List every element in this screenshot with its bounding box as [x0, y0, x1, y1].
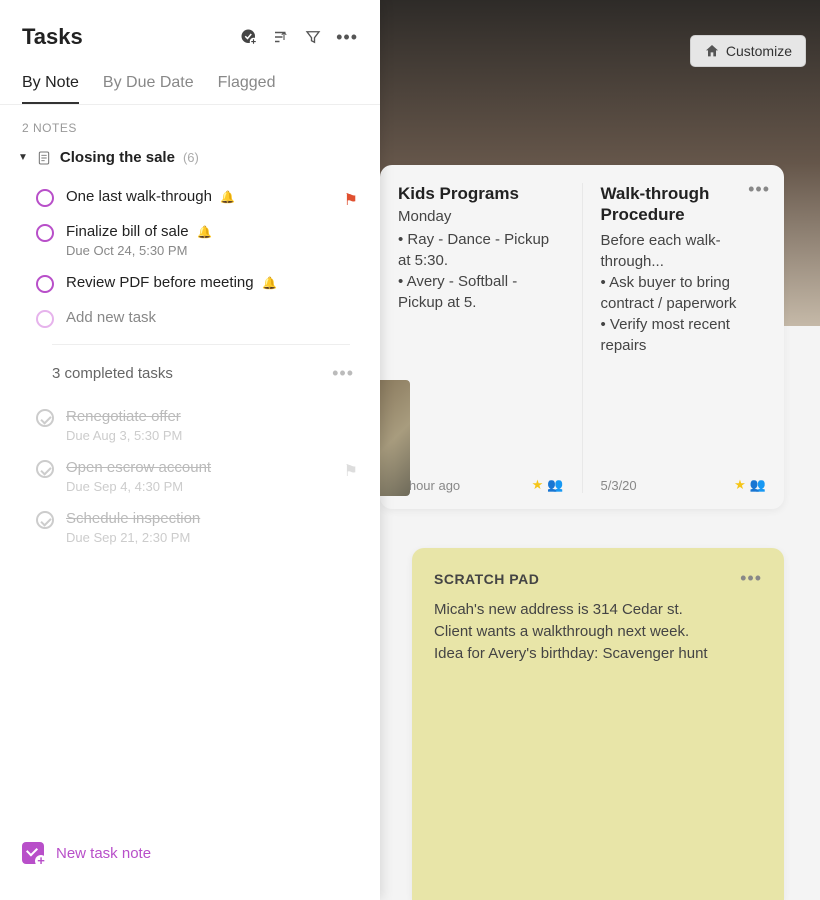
note-card-body: Before each walk-through... • Ask buyer … — [601, 230, 767, 468]
home-icon — [704, 43, 720, 59]
filter-icon[interactable] — [304, 28, 322, 46]
task-row-completed[interactable]: Open escrow account Due Sep 4, 4:30 PM ⚑ — [12, 451, 368, 502]
note-card-body: • Ray - Dance - Pickup at 5:30. • Avery … — [398, 229, 564, 467]
reminder-icon: 🔔 — [220, 190, 235, 204]
task-row-completed[interactable]: Schedule inspection Due Sep 21, 2:30 PM — [12, 502, 368, 553]
flag-icon[interactable]: ⚑ — [344, 190, 358, 210]
task-checkbox[interactable] — [36, 224, 54, 242]
task-title: Renegotiate offer — [66, 408, 181, 425]
shared-icon: 👥 — [547, 477, 563, 493]
divider — [52, 344, 350, 345]
notes-count: 2 NOTES — [0, 105, 380, 145]
scratch-more-icon[interactable]: ••• — [740, 568, 762, 589]
scratch-title: SCRATCH PAD — [434, 571, 539, 587]
note-card[interactable]: Kids Programs Monday • Ray - Dance - Pic… — [380, 183, 582, 493]
star-icon: ★ — [532, 477, 544, 493]
task-title: Review PDF before meeting — [66, 274, 254, 291]
group-count: (6) — [183, 150, 199, 165]
task-row[interactable]: Finalize bill of sale 🔔 Due Oct 24, 5:30… — [12, 215, 368, 266]
tabs: By Note By Due Date Flagged — [0, 50, 380, 105]
thumbnail-peek — [380, 380, 410, 496]
task-due: Due Oct 24, 5:30 PM — [66, 243, 362, 258]
add-task-icon[interactable] — [240, 28, 258, 46]
task-checkbox[interactable] — [36, 275, 54, 293]
task-title: Finalize bill of sale — [66, 223, 189, 240]
more-icon[interactable]: ••• — [336, 27, 358, 48]
add-task-row[interactable]: Add new task — [12, 301, 368, 336]
note-card-subtitle: Monday — [398, 208, 564, 225]
note-icon — [36, 150, 52, 166]
notes-cards-row: ••• Kids Programs Monday • Ray - Dance -… — [380, 165, 784, 509]
task-due: Due Sep 4, 4:30 PM — [66, 479, 362, 494]
reminder-icon: 🔔 — [197, 225, 212, 239]
completed-count-label[interactable]: 3 completed tasks — [52, 365, 173, 382]
completed-more-icon[interactable]: ••• — [332, 363, 354, 384]
task-checkbox-checked[interactable] — [36, 511, 54, 529]
chevron-down-icon: ▼ — [18, 152, 28, 163]
task-checkbox[interactable] — [36, 189, 54, 207]
group-name: Closing the sale — [60, 149, 175, 166]
task-due: Due Sep 21, 2:30 PM — [66, 530, 362, 545]
tab-by-note[interactable]: By Note — [22, 74, 79, 104]
new-task-note-button[interactable]: New task note — [56, 845, 151, 862]
task-row[interactable]: Review PDF before meeting 🔔 — [12, 266, 368, 301]
flag-icon[interactable]: ⚑ — [344, 461, 358, 481]
tasks-sidebar: Tasks ••• By Note By Due Date Flagged 2 … — [0, 0, 380, 900]
task-row[interactable]: One last walk-through 🔔 ⚑ — [12, 180, 368, 215]
note-card-title: Kids Programs — [398, 183, 564, 204]
scratch-body[interactable]: Micah's new address is 314 Cedar st. Cli… — [434, 599, 762, 664]
task-title: Schedule inspection — [66, 510, 200, 527]
task-title: One last walk-through — [66, 188, 212, 205]
tab-by-due-date[interactable]: By Due Date — [103, 74, 194, 104]
note-card-time: 5/3/20 — [601, 478, 637, 493]
note-card-title: Walk-through Procedure — [601, 183, 767, 226]
note-card[interactable]: Walk-through Procedure Before each walk-… — [582, 183, 785, 493]
sort-icon[interactable] — [272, 28, 290, 46]
task-checkbox-checked[interactable] — [36, 409, 54, 427]
task-checkbox[interactable] — [36, 310, 54, 328]
add-task-label: Add new task — [66, 309, 156, 326]
tab-flagged[interactable]: Flagged — [218, 74, 276, 104]
new-task-note-icon[interactable] — [22, 842, 44, 864]
note-group-header[interactable]: ▼ Closing the sale (6) — [12, 145, 368, 170]
shared-icon: 👥 — [750, 477, 766, 493]
star-icon: ★ — [734, 477, 746, 493]
reminder-icon: 🔔 — [262, 276, 277, 290]
customize-button[interactable]: Customize — [690, 35, 806, 67]
task-due: Due Aug 3, 5:30 PM — [66, 428, 362, 443]
sidebar-title: Tasks — [22, 24, 83, 50]
task-row-completed[interactable]: Renegotiate offer Due Aug 3, 5:30 PM — [12, 400, 368, 451]
task-checkbox-checked[interactable] — [36, 460, 54, 478]
main-content-area: Customize ••• Kids Programs Monday • Ray… — [380, 0, 820, 900]
customize-label: Customize — [726, 43, 792, 59]
task-title: Open escrow account — [66, 459, 211, 476]
scratch-pad[interactable]: SCRATCH PAD ••• Micah's new address is 3… — [412, 548, 784, 900]
cards-more-icon[interactable]: ••• — [748, 179, 770, 200]
